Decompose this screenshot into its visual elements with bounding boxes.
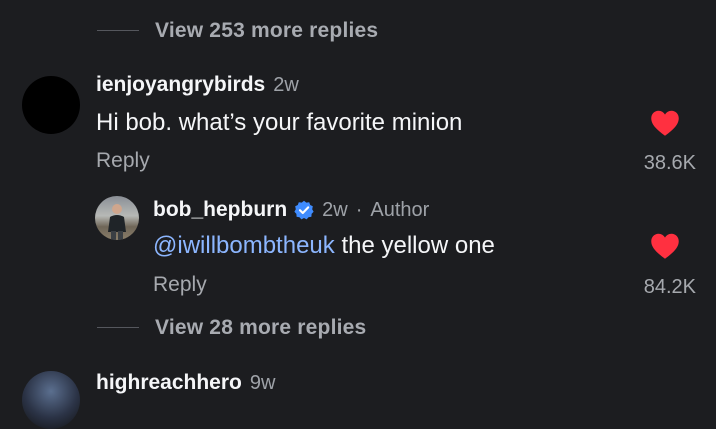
avatar[interactable] xyxy=(22,76,80,134)
avatar[interactable] xyxy=(22,371,80,429)
reply-age: 2w xyxy=(322,199,348,221)
view-more-replies-button[interactable]: View 253 more replies xyxy=(155,19,378,43)
comment-age: 2w xyxy=(273,74,299,96)
comment-username[interactable]: ienjoyangrybirds xyxy=(96,73,265,97)
reply-body: the yellow one xyxy=(334,232,495,259)
reply-button[interactable]: Reply xyxy=(153,273,207,297)
verified-badge-icon xyxy=(294,200,314,220)
next-comment-header: highreachhero 9w xyxy=(96,371,275,395)
comment-age: 9w xyxy=(249,372,276,394)
like-count: 84.2K xyxy=(643,276,696,298)
comment-header: ienjoyangrybirds 2w xyxy=(96,73,299,97)
like-count: 38.6K xyxy=(643,152,696,174)
mention-link[interactable]: @iwillbombtheuk xyxy=(153,232,335,259)
heart-icon[interactable] xyxy=(650,232,680,260)
person-silhouette-icon xyxy=(108,204,126,240)
avatar[interactable] xyxy=(95,196,139,240)
comment-username[interactable]: highreachhero xyxy=(96,371,242,395)
replies-divider xyxy=(97,30,139,31)
heart-icon[interactable] xyxy=(650,109,680,137)
reply-username[interactable]: bob_hepburn xyxy=(153,198,287,222)
separator-dot: · xyxy=(355,199,363,221)
author-label: Author xyxy=(370,199,430,221)
reply-text: @iwillbombtheuk the yellow one xyxy=(153,232,495,260)
reply-button[interactable]: Reply xyxy=(96,149,150,173)
view-more-replies-button[interactable]: View 28 more replies xyxy=(155,316,366,340)
comment-text: Hi bob. what’s your favorite minion xyxy=(96,109,463,136)
replies-divider xyxy=(97,327,139,328)
reply-header: bob_hepburn 2w · Author xyxy=(153,198,429,222)
